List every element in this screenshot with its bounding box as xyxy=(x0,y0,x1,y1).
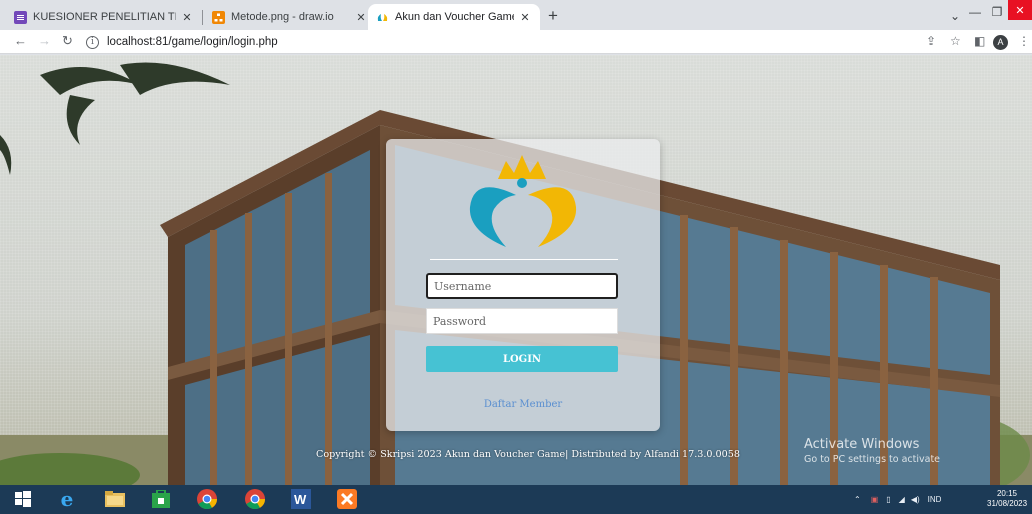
volume-icon[interactable]: ◀) xyxy=(911,495,920,504)
internet-explorer-icon[interactable]: e xyxy=(56,487,78,511)
clock-date: 31/08/2023 xyxy=(987,499,1028,508)
tab-search-icon[interactable]: ⌄ xyxy=(946,4,964,28)
tab-title: KUESIONER PENELITIAN TINGKA xyxy=(33,11,176,23)
password-input[interactable]: Password xyxy=(426,308,618,334)
side-panel-icon[interactable]: ◧ xyxy=(974,34,985,48)
restore-icon[interactable]: ❐ xyxy=(986,0,1008,24)
site-info-icon[interactable]: i xyxy=(86,35,99,49)
activate-windows-watermark: Activate Windows Go to PC settings to ac… xyxy=(804,437,940,465)
start-icon[interactable] xyxy=(12,488,34,510)
profile-avatar[interactable]: A xyxy=(993,35,1008,50)
browser-toolbar: ← → ↻ i localhost:81/game/login/login.ph… xyxy=(0,30,1032,54)
tab-title: Metode.png - draw.io xyxy=(231,11,334,23)
activate-windows-title: Activate Windows xyxy=(804,437,920,452)
menu-icon[interactable]: ⋮ xyxy=(1018,34,1030,48)
login-card: Username Password LOGIN Daftar Member xyxy=(386,139,660,431)
language-indicator[interactable]: IND xyxy=(928,495,942,504)
browser-tab-strip: KUESIONER PENELITIAN TINGKA ✕ Metode.png… xyxy=(0,0,1032,30)
signal-icon[interactable]: ◢ xyxy=(899,495,905,504)
network-status-icon[interactable]: ▣ xyxy=(871,495,879,504)
clock-time: 20:15 xyxy=(996,489,1018,498)
bookmark-star-icon[interactable]: ☆ xyxy=(950,34,961,48)
logo-divider xyxy=(430,259,618,260)
system-tray: ⌃ ▣ ▯ ◢ ◀) IND xyxy=(854,485,941,514)
activate-windows-subtitle: Go to PC settings to activate xyxy=(804,454,941,465)
new-tab-icon[interactable]: + xyxy=(548,6,558,26)
tab-akun-voucher-game[interactable]: Akun dan Voucher Game ✕ xyxy=(368,4,540,30)
chrome-icon[interactable] xyxy=(244,488,266,510)
word-icon[interactable]: W xyxy=(290,488,312,510)
tab-drawio[interactable]: Metode.png - draw.io ✕ xyxy=(204,4,376,30)
chrome-icon[interactable] xyxy=(196,488,218,510)
share-icon[interactable]: ⇪ xyxy=(926,34,936,48)
username-input[interactable]: Username xyxy=(426,273,618,299)
tab-separator xyxy=(202,10,203,25)
close-tab-icon[interactable]: ✕ xyxy=(518,11,532,24)
close-tab-icon[interactable]: ✕ xyxy=(180,11,194,24)
clock[interactable]: 20:15 31/08/2023 xyxy=(987,489,1027,509)
game-icon xyxy=(376,11,389,24)
drawio-icon xyxy=(212,10,225,24)
forms-icon xyxy=(14,10,27,24)
battery-icon[interactable]: ▯ xyxy=(886,495,890,504)
back-icon[interactable]: ← xyxy=(14,33,27,48)
xampp-icon[interactable] xyxy=(336,488,358,510)
url-text: localhost:81/game/login/login.php xyxy=(107,36,278,48)
file-explorer-icon[interactable] xyxy=(104,488,126,510)
register-member-link[interactable]: Daftar Member xyxy=(386,399,660,410)
forward-icon[interactable]: → xyxy=(38,33,51,48)
minimize-icon[interactable]: — xyxy=(964,0,986,24)
store-icon[interactable] xyxy=(150,488,172,510)
address-bar[interactable]: i localhost:81/game/login/login.php xyxy=(86,31,906,53)
reload-icon[interactable]: ↻ xyxy=(62,33,73,49)
login-page: Username Password LOGIN Daftar Member Co… xyxy=(0,55,1032,485)
windows-taskbar: e W ⌃ ▣ ▯ ◢ ◀) IND 20:15 31/08/2023 xyxy=(0,485,1032,514)
game-logo xyxy=(469,155,577,247)
close-window-icon[interactable]: ✕ xyxy=(1008,0,1032,20)
tab-kuesioner[interactable]: KUESIONER PENELITIAN TINGKA ✕ xyxy=(6,4,202,30)
copyright-footer: Copyright © Skripsi 2023 Akun dan Vouche… xyxy=(316,449,740,460)
svg-text:W: W xyxy=(294,492,307,507)
close-tab-icon[interactable]: ✕ xyxy=(354,11,368,24)
tab-title: Akun dan Voucher Game xyxy=(395,11,514,23)
show-hidden-icons-icon[interactable]: ⌃ xyxy=(854,495,861,504)
login-button[interactable]: LOGIN xyxy=(426,346,618,372)
